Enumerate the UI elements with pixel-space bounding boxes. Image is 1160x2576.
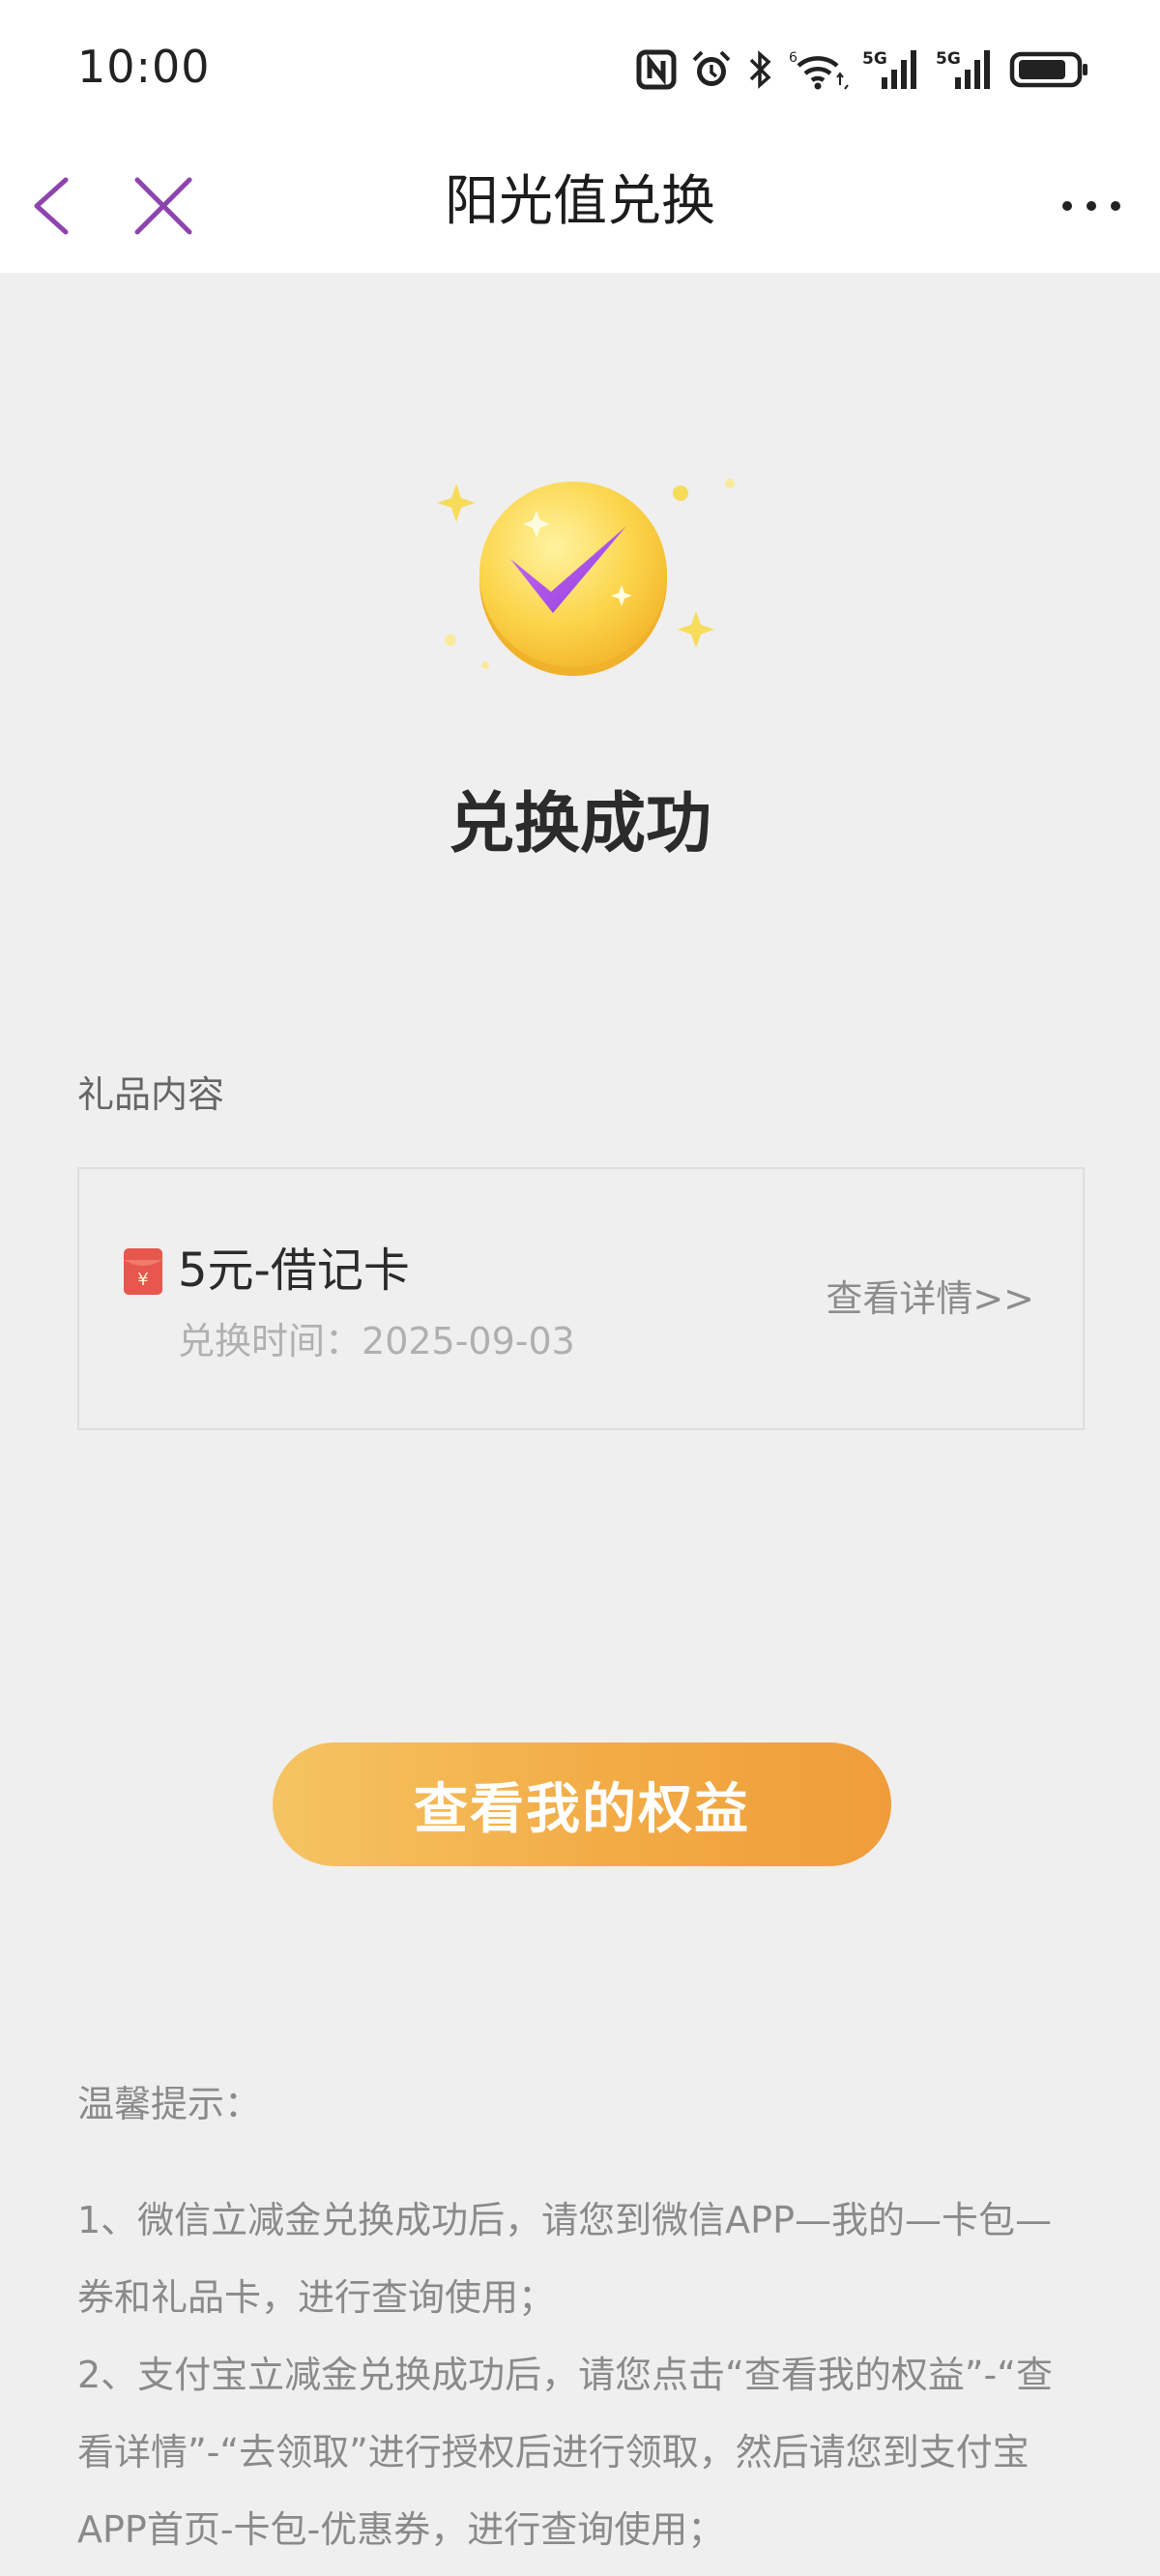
bluetooth-icon bbox=[746, 48, 775, 95]
tips-list: 1、微信立减金兑换成功后，请您到微信APP—我的—卡包—券和礼品卡，进行查询使用… bbox=[77, 2181, 1083, 2568]
tip-item: 1、微信立减金兑换成功后，请您到微信APP—我的—卡包—券和礼品卡，进行查询使用… bbox=[77, 2199, 1053, 2319]
gift-section-label: 礼品内容 bbox=[77, 1073, 225, 1116]
gift-time-value: 2025-09-03 bbox=[362, 1320, 575, 1362]
gift-card: ¥ 5元-借记卡 兑换时间：2025-09-03 查看详情>> bbox=[77, 1167, 1085, 1430]
gift-name: 5元-借记卡 bbox=[178, 1244, 410, 1298]
page-title: 阳光值兑换 bbox=[445, 170, 715, 233]
view-details-link[interactable]: 查看详情>> bbox=[826, 1270, 1034, 1328]
more-button[interactable] bbox=[1058, 180, 1125, 232]
nav-bar: 阳光值兑换 bbox=[0, 137, 1160, 273]
signal-label: 5G bbox=[862, 49, 887, 69]
gift-time-label: 兑换时间： bbox=[178, 1320, 362, 1362]
wifi-label: 6 bbox=[789, 50, 798, 66]
view-my-benefits-button[interactable]: 查看我的权益 bbox=[273, 1742, 891, 1866]
status-time: 10:00 bbox=[77, 41, 211, 93]
battery-icon bbox=[1009, 48, 1090, 95]
signal-5g-icon: 5G bbox=[862, 48, 922, 95]
tip-item: 2、支付宝立减金兑换成功后，请您点击“查看我的权益”-“查看详情”-“去领取”进… bbox=[77, 2354, 1053, 2551]
svg-text:¥: ¥ bbox=[137, 1270, 148, 1290]
status-icons: 6 5G 5G bbox=[636, 46, 1090, 97]
wifi-icon: 6 bbox=[789, 48, 849, 95]
nfc-icon bbox=[636, 49, 677, 94]
alarm-icon bbox=[690, 48, 733, 95]
red-envelope-icon: ¥ bbox=[124, 1246, 162, 1297]
success-title: 兑换成功 bbox=[448, 786, 711, 863]
signal-5g-icon: 5G bbox=[936, 48, 996, 95]
gift-redeem-time: 兑换时间：2025-09-03 bbox=[178, 1312, 575, 1370]
success-check-coin-icon bbox=[425, 454, 754, 696]
tips-title: 温馨提示： bbox=[77, 2083, 262, 2125]
status-bar: 10:00 6 5G 5G bbox=[0, 0, 1160, 137]
signal-label: 5G bbox=[936, 49, 961, 69]
more-icon bbox=[1062, 201, 1120, 211]
